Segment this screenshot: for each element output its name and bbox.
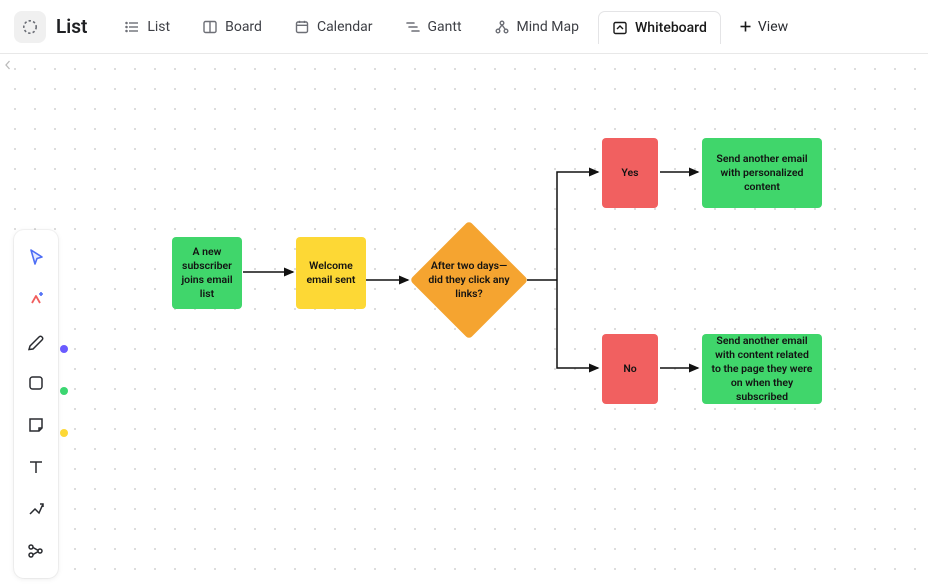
top-tab-bar: List List Board Calendar Gantt Mind Map … [0, 0, 928, 54]
sparkle-plus-icon [26, 289, 46, 309]
tool-select[interactable] [16, 236, 56, 278]
calendar-icon [294, 19, 310, 35]
tool-pen[interactable] [16, 320, 56, 362]
tool-connector[interactable] [16, 488, 56, 530]
text-icon [26, 457, 46, 477]
node-welcome[interactable]: Welcome email sent [296, 237, 366, 309]
tab-gantt-label: Gantt [428, 19, 462, 35]
connector-icon [26, 499, 46, 519]
board-icon [202, 19, 218, 35]
node-yes-action-text: Send another email with personalized con… [710, 152, 814, 195]
node-no-action[interactable]: Send another email with content related … [702, 334, 822, 404]
tab-calendar[interactable]: Calendar [281, 11, 386, 43]
square-icon [26, 373, 46, 393]
tab-board[interactable]: Board [189, 11, 275, 43]
swatch-green[interactable] [60, 387, 68, 395]
tab-whiteboard-label: Whiteboard [635, 20, 707, 36]
tab-gantt[interactable]: Gantt [392, 11, 475, 43]
add-view-button[interactable]: View [727, 11, 800, 43]
whiteboard-toolbar [14, 230, 58, 578]
tab-mindmap-label: Mind Map [517, 19, 579, 35]
tool-create-node[interactable] [16, 278, 56, 320]
tool-text[interactable] [16, 446, 56, 488]
plus-icon [739, 20, 752, 33]
tab-whiteboard[interactable]: Whiteboard [598, 11, 721, 44]
node-no-action-text: Send another email with content related … [710, 334, 814, 405]
tab-mindmap[interactable]: Mind Map [481, 11, 592, 43]
tool-shape[interactable] [16, 362, 56, 404]
page-title-block: List [14, 11, 87, 43]
swatch-yellow[interactable] [60, 429, 68, 437]
pen-icon [26, 331, 46, 351]
tab-calendar-label: Calendar [317, 19, 373, 35]
dashed-circle-icon [22, 19, 38, 35]
list-icon [124, 19, 140, 35]
node-no-text: No [623, 362, 636, 376]
tab-list[interactable]: List [111, 11, 183, 43]
node-decision-text: After two days—did they click any links? [425, 259, 513, 302]
nodes-icon [26, 541, 46, 561]
list-icon-box [14, 11, 46, 43]
add-view-label: View [758, 19, 788, 35]
tool-sticky[interactable] [16, 404, 56, 446]
tab-board-label: Board [225, 19, 262, 35]
gantt-icon [405, 19, 421, 35]
node-yes-text: Yes [621, 166, 638, 180]
whiteboard-icon [612, 20, 628, 36]
node-yes[interactable]: Yes [602, 138, 658, 208]
cursor-icon [26, 247, 46, 267]
node-start[interactable]: A new subscriber joins email list [172, 237, 242, 309]
node-start-text: A new subscriber joins email list [180, 245, 234, 302]
node-no[interactable]: No [602, 334, 658, 404]
node-decision[interactable]: After two days—did they click any links? [410, 221, 528, 339]
mindmap-icon [494, 19, 510, 35]
page-title: List [56, 15, 87, 38]
sticky-note-icon [26, 415, 46, 435]
node-welcome-text: Welcome email sent [304, 259, 358, 287]
tool-more[interactable] [16, 530, 56, 572]
tab-list-label: List [147, 19, 170, 35]
swatch-purple[interactable] [60, 345, 68, 353]
node-yes-action[interactable]: Send another email with personalized con… [702, 138, 822, 208]
whiteboard-canvas[interactable]: A new subscriber joins email list Welcom… [0, 54, 928, 584]
